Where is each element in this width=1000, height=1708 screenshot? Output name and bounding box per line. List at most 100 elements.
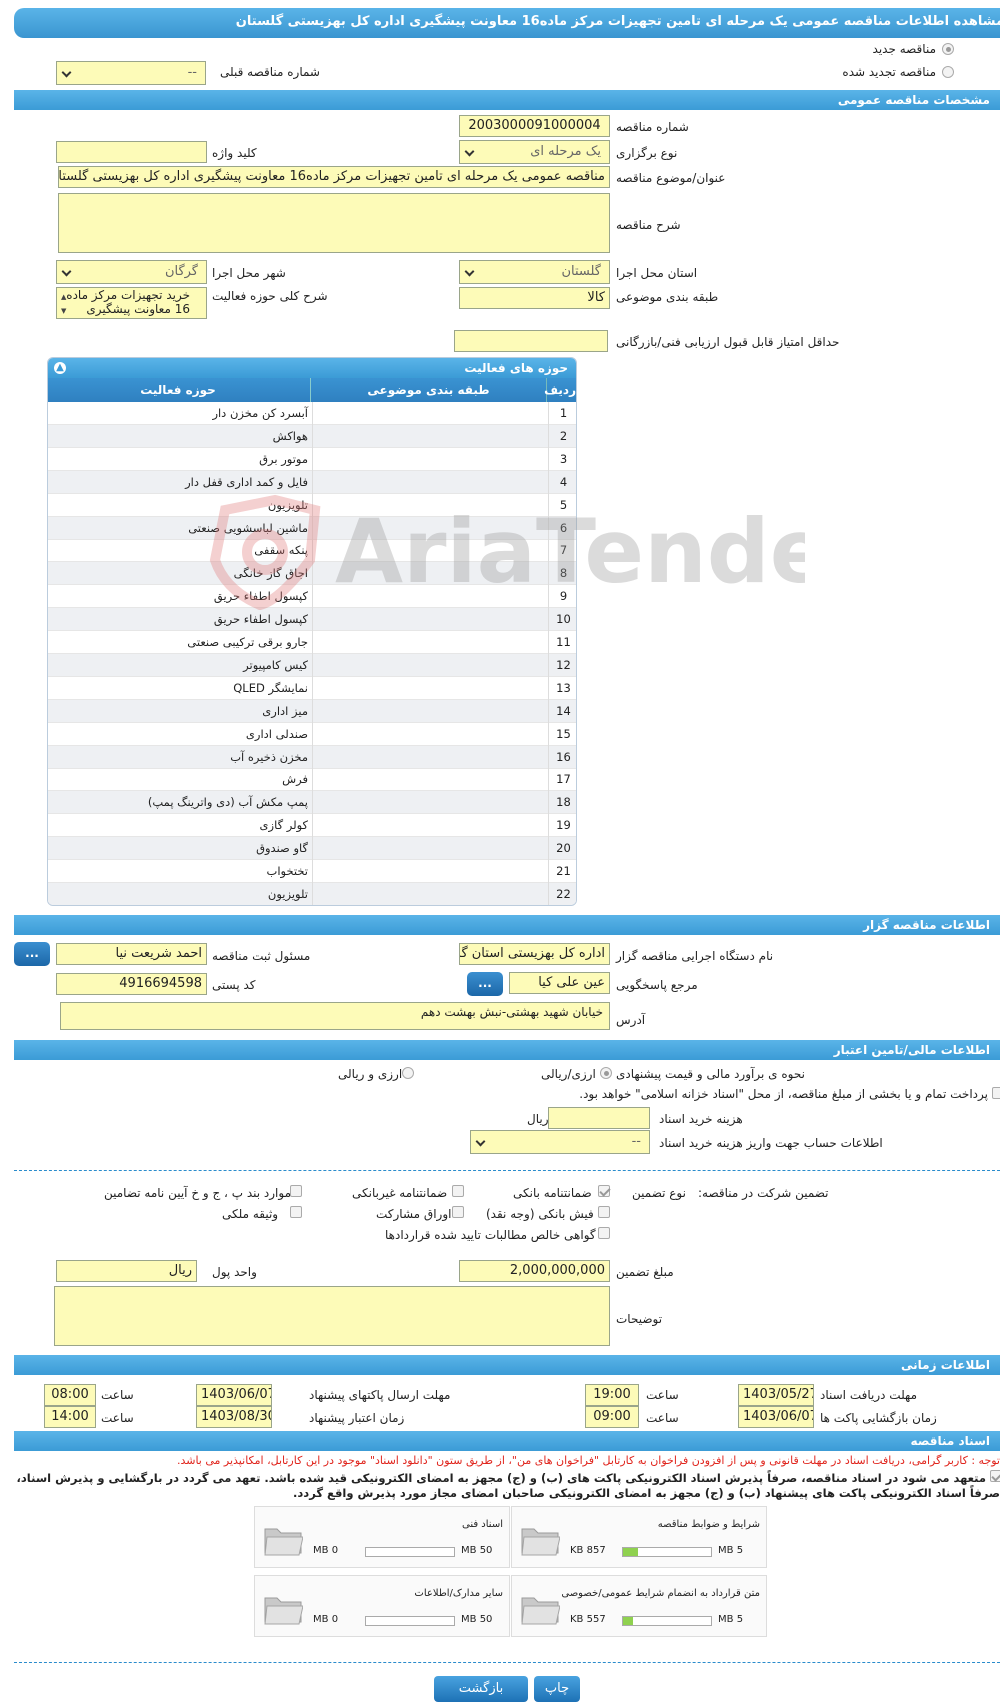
doc-file-box[interactable]: متن قرارداد به انضمام شرایط عمومی/خصوصی 5… [511, 1575, 767, 1637]
guarantee-regulation-checkbox[interactable] [290, 1185, 302, 1197]
registrar-field[interactable]: احمد شریعت نیا [56, 943, 207, 965]
prev-tender-select[interactable]: -- [56, 61, 206, 85]
guarantee-property-checkbox[interactable] [290, 1206, 302, 1218]
guarantee-nonbank-checkbox[interactable] [452, 1185, 464, 1197]
row-number: 21 [548, 860, 576, 883]
send-date[interactable]: 1403/06/07 [196, 1384, 272, 1406]
doc-file-max: 5 MB [718, 1614, 744, 1625]
account-select[interactable]: -- [470, 1130, 650, 1154]
row-category [312, 745, 548, 769]
ref-field[interactable]: عین علی کیا [509, 972, 610, 994]
estimate-opt1-radio[interactable] [600, 1067, 612, 1079]
col-field: حوزه فعالیت [140, 383, 216, 397]
send-time[interactable]: 08:00 [44, 1384, 96, 1406]
postal-field[interactable]: 4916694598 [56, 973, 207, 995]
new-tender-radio[interactable] [942, 43, 954, 55]
row-category [312, 424, 548, 448]
ref-lookup-button[interactable]: ... [467, 972, 503, 996]
guarantee-regulation-label: موارد بند پ ، ج و خ آیین نامه تضامین [104, 1186, 292, 1200]
doc-file-box[interactable]: شرایط و ضوابط مناقصه 857 KB 5 MB [511, 1506, 767, 1568]
registrar-lookup-button[interactable]: ... [14, 942, 50, 966]
city-value: گرگان [164, 264, 198, 279]
doc-file-box[interactable]: سایر مدارک/اطلاعات 0 MB 50 MB [254, 1575, 510, 1637]
docs-section-header: اسناد مناقصه [14, 1431, 1000, 1451]
notes-textarea[interactable] [54, 1286, 610, 1346]
valid-time-label: ساعت [101, 1411, 134, 1425]
row-category [312, 608, 548, 632]
row-field: میز اداری [262, 703, 308, 718]
collapse-icon[interactable]: ▲ [54, 362, 66, 374]
row-category [312, 882, 548, 905]
amount-label: مبلغ تضمین [616, 1265, 674, 1279]
address-field[interactable]: خیابان شهید بهشتی-نبش بهشت دهم [60, 1002, 610, 1030]
table-row: 16 مخزن ذخیره آب [48, 745, 576, 769]
table-row: 11 جارو برقی ترکیبی صنعتی [48, 631, 576, 654]
keyword-label: کلید واژه [212, 146, 257, 160]
type-label: نوع برگزاری [616, 146, 678, 160]
row-category [312, 837, 548, 861]
doc-receive-label: مهلت دریافت اسناد [820, 1388, 918, 1402]
scroll-arrows-icon[interactable]: ▲ ▼ [61, 290, 66, 318]
doc-file-box[interactable]: اسناد فنی 0 MB 50 MB [254, 1506, 510, 1568]
doc-file-name: اسناد فنی [462, 1519, 503, 1530]
send-label: مهلت ارسال پاکتهای پیشنهاد [309, 1388, 451, 1402]
guarantee-claims-checkbox[interactable] [598, 1227, 610, 1239]
row-number: 17 [548, 768, 576, 792]
print-button[interactable]: چاپ [534, 1676, 580, 1702]
guarantee-cash-checkbox[interactable] [598, 1206, 610, 1218]
doc-file-max: 5 MB [718, 1545, 744, 1556]
row-category [312, 791, 548, 815]
category-field[interactable]: کالا [459, 287, 610, 309]
desc-label: شرح مناقصه [616, 218, 681, 232]
row-number: 1 [548, 402, 576, 425]
estimate-opt2-radio[interactable] [402, 1067, 414, 1079]
min-score-label: حداقل امتیاز قابل قبول ارزیابی فنی/بازرگ… [616, 335, 840, 349]
renewed-tender-radio[interactable] [942, 66, 954, 78]
commit-checkbox[interactable] [990, 1470, 1000, 1482]
table-row: 2 هواکش [48, 424, 576, 448]
row-number: 3 [548, 447, 576, 471]
folder-icon [264, 1528, 303, 1556]
doc-cost-field[interactable] [548, 1107, 650, 1129]
currency-field[interactable]: ریال [56, 1260, 197, 1282]
doc-file-progress-fill [623, 1548, 638, 1556]
category-label: طبقه بندی موضوعی [616, 290, 719, 304]
city-select[interactable]: گرگان [56, 260, 207, 284]
tender-no-field[interactable]: 2003000091000004 [459, 115, 610, 137]
valid-time[interactable]: 14:00 [44, 1406, 96, 1428]
new-tender-label: مناقصه جدید [872, 42, 936, 56]
back-button[interactable]: بازگشت [434, 1676, 528, 1702]
doc-receive-time[interactable]: 19:00 [585, 1384, 639, 1406]
desc-textarea[interactable] [58, 193, 610, 253]
province-select[interactable]: گلستان [459, 260, 610, 284]
valid-label: زمان اعتبار پیشنهاد [309, 1411, 405, 1425]
treasury-text: پرداخت تمام و یا بخشی از مبلغ مناقصه، از… [579, 1087, 988, 1101]
open-time[interactable]: 09:00 [585, 1406, 639, 1428]
title-field[interactable]: مناقصه عمومی یک مرحله ای تامین تجهیزات م… [58, 166, 610, 188]
guarantee-bank-checkbox[interactable] [598, 1185, 610, 1197]
col-row: ردیف [544, 378, 576, 402]
row-field: هواکش [272, 428, 308, 443]
row-number: 20 [548, 837, 576, 861]
row-category [312, 402, 548, 425]
type-select[interactable]: یک مرحله ای [459, 140, 610, 164]
valid-date[interactable]: 1403/08/30 [196, 1406, 272, 1428]
min-score-field[interactable] [454, 330, 608, 352]
row-number: 16 [548, 745, 576, 769]
open-date[interactable]: 1403/06/07 [738, 1406, 814, 1428]
watermark-emblem-icon [209, 494, 321, 610]
guarantee-bonds-checkbox[interactable] [452, 1206, 464, 1218]
row-category [312, 814, 548, 838]
doc-receive-date[interactable]: 1403/05/27 [738, 1384, 814, 1406]
doc-file-size: 557 KB [570, 1614, 606, 1625]
row-field: تلویزیون [267, 886, 308, 901]
activity-desc-textarea[interactable]: خرید تجهیزات مرکز ماده 16 معاونت پیشگیری… [56, 287, 207, 319]
treasury-checkbox[interactable] [992, 1087, 1000, 1099]
keyword-field[interactable] [56, 141, 207, 163]
org-field[interactable]: اداره کل بهزیستی استان گلستان [459, 943, 610, 965]
row-category [312, 768, 548, 792]
province-label: استان محل اجرا [616, 266, 698, 280]
folder-icon [264, 1597, 303, 1625]
amount-field[interactable]: 2,000,000,000 [459, 1260, 610, 1282]
watermark-text: AriaTender.neT [335, 500, 805, 603]
